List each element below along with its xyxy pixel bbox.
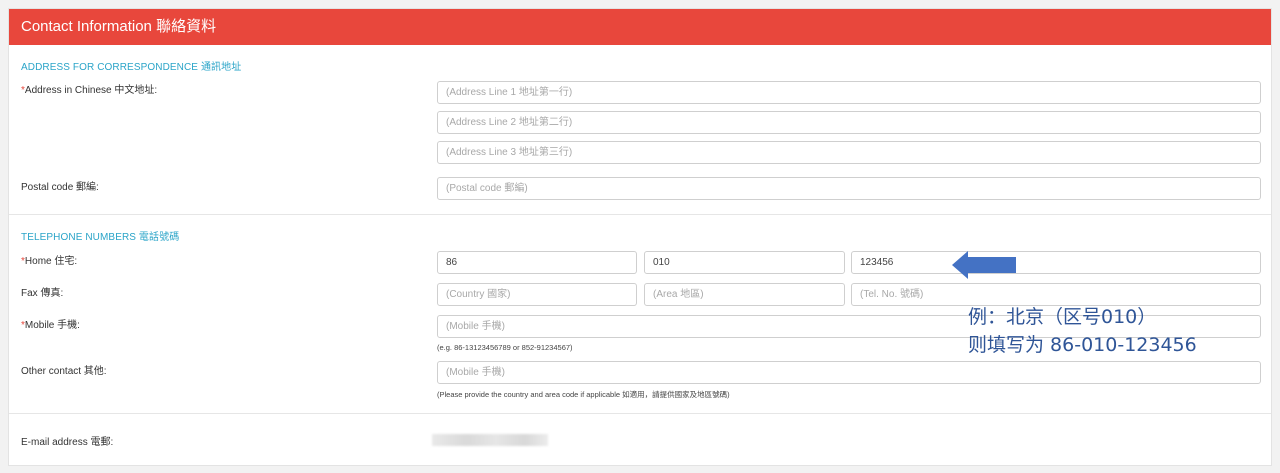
section-divider	[9, 413, 1271, 414]
contact-information-panel: Contact Information 聯絡資料 ADDRESS FOR COR…	[8, 8, 1272, 466]
arrow-shape	[952, 251, 1016, 279]
address-line-1-input[interactable]	[437, 81, 1261, 104]
address-section-title: ADDRESS FOR CORRESPONDENCE 通訊地址	[21, 62, 242, 73]
section-divider	[9, 214, 1271, 215]
home-area-code-input[interactable]	[644, 251, 845, 274]
fax-label: Fax 傳真:	[21, 288, 64, 299]
mobile-help-text: (e.g. 86-13123456789 or 852-91234567)	[437, 343, 573, 352]
home-phone-label-text: Home 住宅:	[24, 256, 78, 267]
address-chinese-label: *Address in Chinese 中文地址:	[21, 81, 157, 96]
other-contact-help-text: (Please provide the country and area cod…	[437, 390, 730, 399]
fax-country-code-input[interactable]	[437, 283, 637, 306]
annotation-line-1: 例：北京（区号010）	[968, 306, 1157, 328]
telephone-section-title: TELEPHONE NUMBERS 電話號碼	[21, 232, 180, 243]
left-arrow-icon	[952, 251, 1016, 279]
mobile-label-text: Mobile 手機:	[24, 320, 80, 331]
email-label: E-mail address 電郵:	[21, 437, 114, 448]
home-country-code-input[interactable]	[437, 251, 637, 274]
other-contact-input[interactable]	[437, 361, 1261, 384]
email-value-redacted	[432, 434, 548, 446]
home-phone-label: *Home 住宅:	[21, 252, 77, 267]
mobile-label: *Mobile 手機:	[21, 316, 80, 331]
address-line-2-input[interactable]	[437, 111, 1261, 134]
other-contact-label: Other contact 其他:	[21, 366, 107, 377]
panel-title: Contact Information 聯絡資料	[9, 9, 1271, 45]
address-chinese-label-text: Address in Chinese 中文地址:	[24, 85, 158, 96]
address-line-3-input[interactable]	[437, 141, 1261, 164]
postal-code-input[interactable]	[437, 177, 1261, 200]
postal-code-label: Postal code 郵編:	[21, 182, 99, 193]
annotation-line-2: 则填写为 86-010-123456	[968, 334, 1197, 356]
home-number-input[interactable]	[851, 251, 1261, 274]
fax-area-code-input[interactable]	[644, 283, 845, 306]
